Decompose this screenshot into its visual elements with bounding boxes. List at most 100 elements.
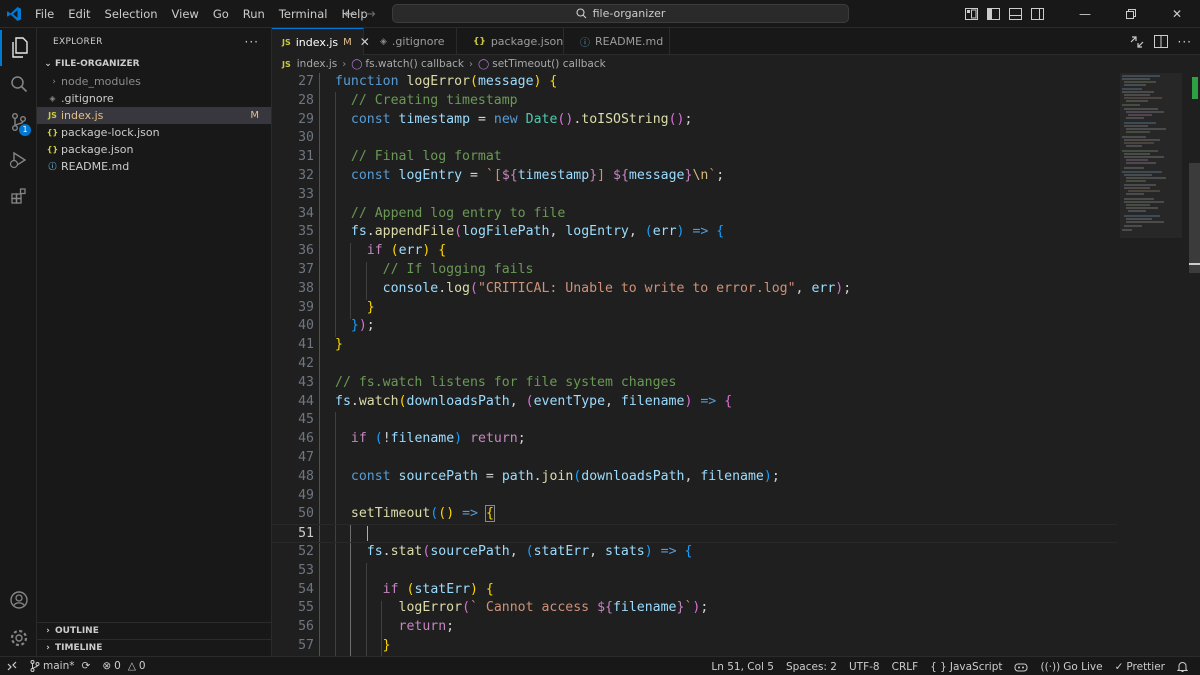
go-live-button[interactable]: ((·)) Go Live: [1034, 657, 1108, 675]
tree-item-node-modules[interactable]: › node_modules: [37, 73, 271, 90]
breadcrumb-fs-watch[interactable]: fs.watch() callback: [365, 58, 464, 70]
code-line: 27 function logError(message) {: [298, 74, 558, 89]
tree-item-index-js[interactable]: JS index.js M: [37, 107, 271, 124]
go-live-label: Go Live: [1063, 660, 1103, 673]
outline-section[interactable]: › OUTLINE: [37, 622, 272, 639]
source-control-badge: 1: [19, 124, 31, 136]
manage-gear-icon[interactable]: [0, 620, 37, 656]
broadcast-icon: ((·)): [1040, 660, 1061, 673]
breadcrumb: JS index.js › ◯ fs.watch() callback › ◯ …: [272, 55, 1200, 73]
timeline-section[interactable]: › TIMELINE: [37, 639, 272, 656]
minimize-icon[interactable]: —: [1062, 0, 1108, 28]
editor-tabs: JS index.js M ✕ ◈ .gitignore {} package.…: [272, 28, 1200, 55]
code-line: 48 const sourcePath = path.join(download…: [298, 468, 780, 484]
close-window-icon[interactable]: ✕: [1154, 0, 1200, 28]
activity-bar: 1: [0, 28, 37, 656]
tab-label: README.md: [595, 35, 664, 48]
title-bar-controls: — ✕: [960, 0, 1200, 28]
compare-changes-icon[interactable]: [1130, 35, 1144, 49]
editor-actions: ···: [1130, 28, 1192, 55]
code-line: 57 }: [298, 638, 391, 653]
code-line: 40 });: [298, 318, 375, 334]
more-actions-icon[interactable]: ···: [1178, 35, 1192, 49]
code-line: 34 // Append log entry to file: [298, 205, 566, 221]
accounts-icon[interactable]: [0, 582, 37, 618]
code-line: 35 fs.appendFile(logFilePath, logEntry, …: [298, 224, 725, 240]
code-line: 31 // Final log format: [298, 149, 502, 165]
indentation[interactable]: Spaces: 2: [780, 657, 843, 675]
split-editor-icon[interactable]: [1153, 35, 1168, 48]
breadcrumb-set-timeout[interactable]: setTimeout() callback: [492, 58, 605, 70]
source-control-icon[interactable]: 1: [0, 104, 37, 140]
menu-terminal[interactable]: Terminal: [272, 0, 335, 28]
menu-go[interactable]: Go: [206, 0, 236, 28]
workspace-folder[interactable]: ⌄ FILE-ORGANIZER: [37, 55, 271, 73]
minimap[interactable]: [1120, 73, 1182, 243]
js-file-icon: JS: [282, 37, 291, 47]
scrollbar-thumb[interactable]: [1189, 163, 1200, 273]
menu-edit[interactable]: Edit: [61, 0, 97, 28]
tab-package-json[interactable]: {} package.json: [457, 28, 564, 55]
workspace-folder-label: FILE-ORGANIZER: [55, 59, 140, 69]
extensions-icon[interactable]: [0, 178, 37, 214]
tree-item-package-json[interactable]: {} package.json: [37, 141, 271, 158]
check-icon: ✓: [1114, 660, 1124, 673]
chevron-right-icon: ›: [52, 76, 56, 87]
js-file-icon: JS: [48, 111, 57, 120]
tree-item-label: .gitignore: [61, 92, 114, 105]
end-of-line[interactable]: CRLF: [886, 657, 925, 675]
code-line: 49: [298, 487, 314, 503]
gitignore-file-icon: ◈: [49, 94, 56, 103]
remote-indicator-icon[interactable]: [0, 657, 24, 675]
notifications-bell-icon[interactable]: [1171, 657, 1194, 675]
chevron-right-icon: ›: [46, 626, 50, 636]
branch-name: main*: [43, 660, 75, 672]
menu-run[interactable]: Run: [236, 0, 272, 28]
command-center-search[interactable]: file-organizer: [392, 4, 849, 23]
toggle-secondary-sidebar-icon[interactable]: [1026, 0, 1048, 28]
git-branch-icon: [30, 660, 40, 672]
toggle-primary-sidebar-icon[interactable]: [982, 0, 1004, 28]
code-line: 32 const logEntry = `[${timestamp}] ${me…: [298, 168, 725, 183]
search-icon: [576, 8, 586, 19]
more-actions-icon[interactable]: ···: [245, 35, 259, 49]
breadcrumb-file[interactable]: index.js: [297, 58, 337, 70]
explorer-icon[interactable]: [0, 30, 37, 66]
vertical-scrollbar[interactable]: [1188, 73, 1200, 656]
prettier-status[interactable]: ✓ Prettier: [1109, 657, 1171, 675]
tab-index-js[interactable]: JS index.js M ✕: [272, 28, 370, 55]
tree-item-readme[interactable]: ⓘ README.md: [37, 158, 271, 175]
cursor-position[interactable]: Ln 51, Col 5: [705, 657, 780, 675]
restore-icon[interactable]: [1108, 0, 1154, 28]
code-line: 29 const timestamp = new Date().toISOStr…: [298, 111, 693, 127]
code-line: 50 setTimeout(() => {: [298, 505, 495, 523]
problems-indicator[interactable]: ⊗ 0 △ 0: [96, 657, 151, 675]
tab-gitignore[interactable]: ◈ .gitignore: [364, 28, 457, 55]
js-file-icon: JS: [282, 59, 291, 69]
toggle-panel-icon[interactable]: [1004, 0, 1026, 28]
warning-count: 0: [138, 660, 146, 672]
menu-view[interactable]: View: [165, 0, 206, 28]
run-debug-icon[interactable]: [0, 142, 37, 178]
tree-item-package-lock[interactable]: {} package-lock.json: [37, 124, 271, 141]
language-mode[interactable]: { } JavaScript: [924, 657, 1008, 675]
code-line: 36 if (err) {: [298, 243, 447, 259]
code-editor[interactable]: 27 function logError(message) { 28 // Cre…: [272, 73, 1200, 656]
tab-readme[interactable]: ⓘ README.md: [564, 28, 670, 55]
copilot-icon[interactable]: [1008, 657, 1034, 675]
encoding[interactable]: UTF-8: [843, 657, 886, 675]
menu-file[interactable]: File: [28, 0, 61, 28]
forward-arrow-icon[interactable]: →: [365, 7, 376, 22]
command-center-label: file-organizer: [592, 7, 666, 20]
tab-label: index.js: [295, 35, 339, 49]
menu-selection[interactable]: Selection: [98, 0, 165, 28]
sync-icon[interactable]: ⟳: [82, 660, 91, 672]
git-branch[interactable]: main* ⟳: [24, 657, 96, 675]
tree-item-gitignore[interactable]: ◈ .gitignore: [37, 90, 271, 107]
search-activity-icon[interactable]: [0, 66, 37, 102]
info-file-icon: ⓘ: [48, 162, 57, 171]
back-arrow-icon[interactable]: ←: [344, 7, 355, 22]
vscode-logo-icon: [0, 0, 28, 28]
json-file-icon: {}: [46, 128, 59, 137]
customize-layout-icon[interactable]: [960, 0, 982, 28]
